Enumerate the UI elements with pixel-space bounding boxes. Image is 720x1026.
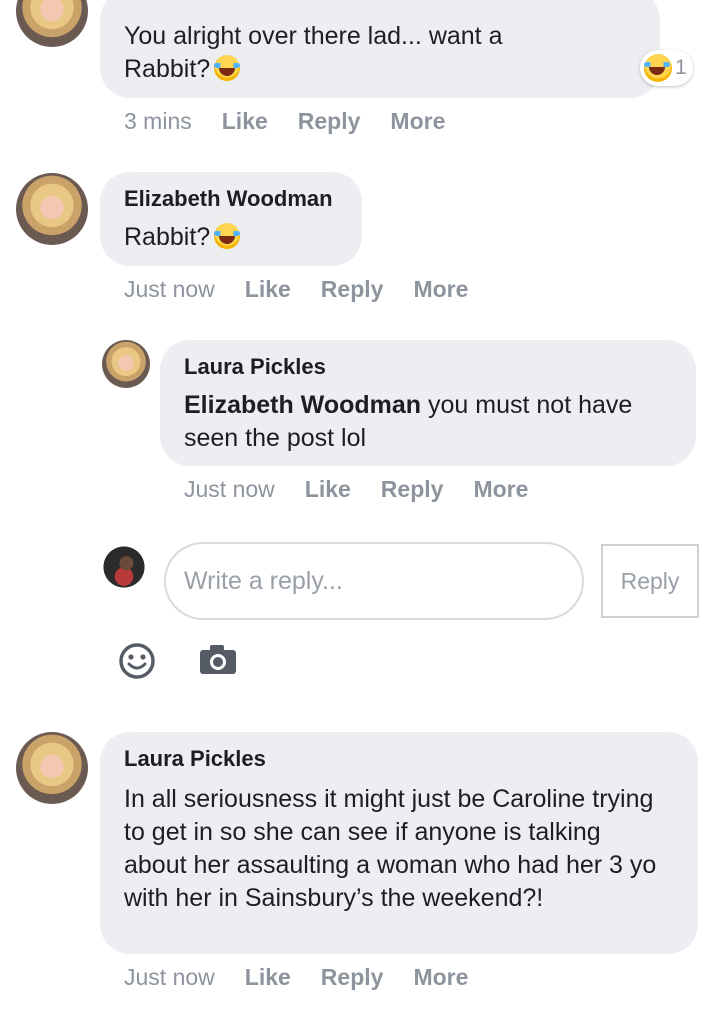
comment-actions: 3 mins Like Reply More bbox=[124, 108, 475, 135]
reply-button[interactable]: Reply bbox=[321, 276, 384, 302]
more-button[interactable]: More bbox=[413, 276, 468, 302]
avatar[interactable] bbox=[16, 732, 88, 804]
reply-input[interactable]: Write a reply... bbox=[164, 542, 584, 620]
more-button[interactable]: More bbox=[390, 108, 445, 134]
comment-text-body: Rabbit? bbox=[124, 223, 211, 251]
comment-timestamp[interactable]: Just now bbox=[124, 276, 215, 302]
more-button[interactable]: More bbox=[473, 476, 528, 502]
like-button[interactable]: Like bbox=[305, 476, 351, 502]
avatar[interactable] bbox=[102, 340, 150, 388]
reply-submit-button[interactable]: Reply bbox=[601, 544, 699, 618]
comment-author[interactable]: Laura Pickles bbox=[184, 354, 326, 380]
reaction-count: 1 bbox=[675, 56, 687, 79]
comment-author[interactable]: Laura Pickles bbox=[124, 746, 266, 772]
comment-text-body: You alright over there lad... want a Rab… bbox=[124, 22, 503, 83]
comment-actions: Just now Like Reply More bbox=[124, 276, 498, 303]
current-user-avatar bbox=[100, 543, 148, 591]
laughing-emoji-icon bbox=[214, 55, 241, 81]
more-button[interactable]: More bbox=[413, 964, 468, 990]
like-button[interactable]: Like bbox=[222, 108, 268, 134]
laughing-emoji-icon bbox=[214, 223, 241, 249]
smiley-icon[interactable] bbox=[117, 641, 157, 681]
avatar[interactable] bbox=[16, 173, 88, 245]
comment-text: Elizabeth Woodman you must not have seen… bbox=[184, 389, 684, 455]
comment-timestamp[interactable]: Just now bbox=[184, 476, 275, 502]
avatar[interactable] bbox=[16, 0, 88, 47]
mention-link[interactable]: Elizabeth Woodman bbox=[184, 391, 421, 419]
comment-author[interactable]: Elizabeth Woodman bbox=[124, 186, 333, 212]
reply-button[interactable]: Reply bbox=[298, 108, 361, 134]
laughing-emoji-icon bbox=[644, 54, 672, 82]
comment-actions: Just now Like Reply More bbox=[124, 964, 498, 991]
reaction-summary[interactable]: 1 bbox=[640, 50, 693, 86]
camera-icon[interactable] bbox=[198, 643, 238, 677]
comment-text: In all seriousness it might just be Caro… bbox=[124, 785, 657, 912]
like-button[interactable]: Like bbox=[245, 276, 291, 302]
reply-button[interactable]: Reply bbox=[381, 476, 444, 502]
comment-timestamp[interactable]: Just now bbox=[124, 964, 215, 990]
reply-button[interactable]: Reply bbox=[321, 964, 384, 990]
comment-actions: Just now Like Reply More bbox=[184, 476, 558, 503]
like-button[interactable]: Like bbox=[245, 964, 291, 990]
comment-text: Rabbit? bbox=[124, 221, 344, 254]
comment-text: You alright over there lad... want a Rab… bbox=[124, 20, 564, 86]
comment-timestamp[interactable]: 3 mins bbox=[124, 108, 192, 134]
